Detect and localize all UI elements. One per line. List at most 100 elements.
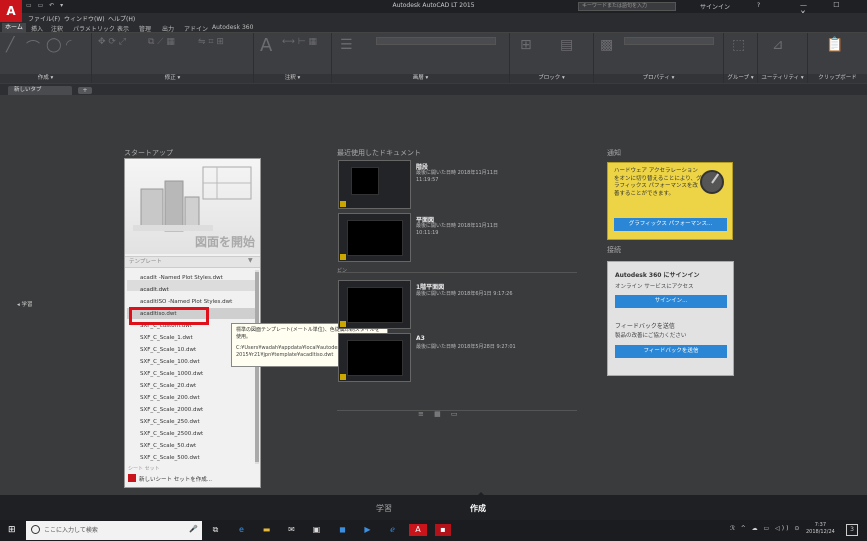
move-tool-icon[interactable]: ✥ ⟳ ⤢	[98, 37, 126, 47]
template-item[interactable]: acadlt -Named Plot Styles.dwt	[140, 275, 223, 281]
graphics-performance-button[interactable]: グラフィックス パフォーマンス...	[614, 218, 727, 231]
task-view-icon[interactable]: ⧉	[209, 524, 222, 536]
learn-create-bar	[0, 495, 867, 520]
panel-utilities-label[interactable]: ユーティリティ ▾	[758, 74, 807, 83]
tab-autodesk360[interactable]: Autodesk 360	[212, 24, 253, 31]
template-item[interactable]: SXF_C_Scale_100.dwt	[140, 359, 200, 365]
template-item[interactable]: SXF_C_Scale_1000.dwt	[140, 371, 203, 377]
panel-clipboard-label[interactable]: クリップボード	[808, 74, 867, 83]
arc-tool-icon[interactable]: ◜	[66, 37, 71, 53]
panel-modify-label[interactable]: 修正 ▾	[92, 74, 253, 83]
system-tray[interactable]: ℛ ^ ☁ ▭ ◁)) ⊙	[730, 525, 801, 532]
learn-side-link[interactable]: ◂ 学習	[17, 300, 33, 308]
tab-annotate[interactable]: 注釈	[51, 24, 63, 33]
panel-layers-label[interactable]: 画層 ▾	[332, 74, 509, 83]
template-item[interactable]: SXF_C_Scale_50.dwt	[140, 443, 196, 449]
template-scrollbar-thumb[interactable]	[255, 272, 259, 462]
layer-properties-icon[interactable]: ☰	[340, 37, 353, 53]
recent-doc-meta: 最後に開いた日時 2018年6月1日 9:17:26	[416, 291, 513, 297]
clock-date: 2018/12/24	[806, 529, 835, 535]
template-item[interactable]: SXF_C_Scale_1.dwt	[140, 335, 193, 341]
tab-addins[interactable]: アドイン	[184, 24, 208, 33]
template-item[interactable]: SXF_C_Scale_250.dwt	[140, 419, 200, 425]
windows-start-icon[interactable]: ⊞	[8, 525, 16, 535]
microphone-icon[interactable]: 🎤	[189, 525, 198, 533]
circle-tool-icon[interactable]: ◯	[46, 37, 62, 53]
action-center-icon[interactable]: 3	[846, 524, 858, 536]
menu-file[interactable]: ファイル(F)	[28, 14, 60, 23]
add-tab-button[interactable]: +	[78, 87, 92, 94]
text-tool-icon[interactable]: A	[260, 35, 272, 56]
tab-parametric[interactable]: パラメトリック	[73, 24, 115, 33]
start-new-drawing-button[interactable]: 図面を開始	[124, 233, 255, 250]
recent-doc-title[interactable]: A3	[416, 335, 425, 342]
signin-button[interactable]: サインイン...	[615, 295, 727, 308]
keyword-search-input[interactable]: キーワードまたは語句を入力	[578, 2, 676, 11]
template-dropdown[interactable]: テンプレート	[125, 256, 260, 268]
template-item[interactable]: acadlt.dwt	[140, 287, 169, 293]
match-properties-icon[interactable]: ▩	[600, 37, 613, 53]
polyline-tool-icon[interactable]: ⌒	[26, 37, 40, 57]
tab-new-tab[interactable]: 新しいタブ	[8, 86, 72, 95]
panel-draw: ╱ ⌒ ◯ ◜ 作成 ▾	[0, 33, 92, 83]
help-icon[interactable]: ?	[757, 2, 760, 9]
active-caret-icon	[476, 492, 486, 497]
create-sheetset-link[interactable]: 新しいシート セットを作成...	[139, 475, 212, 483]
panel-properties-label[interactable]: プロパティ ▾	[594, 74, 723, 83]
file-explorer-icon[interactable]: ▬	[260, 524, 273, 536]
sheetset-icon	[128, 474, 136, 482]
group-icon[interactable]: ⬚	[732, 37, 745, 53]
tab-view[interactable]: 表示	[117, 24, 129, 33]
template-item[interactable]: SXF_C_Scale_10.dwt	[140, 347, 196, 353]
autocad-taskbar-icon[interactable]: A	[409, 524, 427, 536]
block-editor-icon[interactable]: ▤	[560, 37, 573, 53]
app-icon[interactable]: ▶	[361, 524, 374, 536]
dimension-tool-icon[interactable]: ⟷ ⊢ ▦	[282, 37, 317, 47]
color-dropdown[interactable]	[624, 37, 714, 45]
learn-tab[interactable]: 学習	[376, 503, 392, 514]
menu-window[interactable]: ウィンドウ(W)	[64, 14, 105, 23]
panel-groups-label[interactable]: グループ ▾	[724, 74, 757, 83]
tab-home[interactable]: ホーム	[2, 23, 26, 33]
store-icon[interactable]: ▣	[310, 524, 323, 536]
line-tool-icon[interactable]: ╱	[6, 37, 14, 53]
autocad-logo-icon[interactable]: A	[0, 0, 22, 22]
panel-draw-label[interactable]: 作成 ▾	[0, 74, 91, 83]
ie-browser-icon[interactable]: ℯ	[386, 524, 399, 536]
template-item[interactable]: SXF_C_Scale_500.dwt	[140, 455, 200, 461]
panel-block-label[interactable]: ブロック ▾	[510, 74, 593, 83]
tab-manage[interactable]: 管理	[139, 24, 151, 33]
edge-browser-icon[interactable]: e	[235, 524, 248, 536]
chevron-down-icon[interactable]: ▼	[248, 257, 253, 264]
signin-menu[interactable]: サインイン	[700, 2, 730, 11]
insert-block-icon[interactable]: ⊞	[520, 37, 532, 53]
tab-output[interactable]: 出力	[162, 24, 174, 33]
app-icon[interactable]: ◼	[336, 524, 349, 536]
measure-icon[interactable]: ⊿	[772, 37, 784, 53]
template-item[interactable]: SXF_C_Scale_2500.dwt	[140, 431, 203, 437]
recent-doc-thumbnail[interactable]	[338, 333, 411, 382]
taskbar-search-input[interactable]: ここに入力して検索	[26, 521, 202, 540]
view-mode-toggle[interactable]: ≡ ▦ ▭	[418, 410, 462, 418]
template-item[interactable]: SXF_C_Scale_200.dwt	[140, 395, 200, 401]
template-item[interactable]: SXF_C_Scale_2000.dwt	[140, 407, 203, 413]
autocad-doc-taskbar-icon[interactable]: ▪	[435, 524, 451, 536]
recent-doc-thumbnail[interactable]	[338, 280, 411, 329]
mail-icon[interactable]: ✉	[285, 524, 298, 536]
paste-icon[interactable]: 📋	[826, 37, 843, 53]
template-item[interactable]: SXF_C_Scale_20.dwt	[140, 383, 196, 389]
recent-doc-thumbnail[interactable]	[338, 160, 411, 209]
panel-annotate-label[interactable]: 注釈 ▾	[254, 74, 331, 83]
template-item[interactable]: acadltISO -Named Plot Styles.dwt	[140, 299, 232, 305]
recent-doc-title[interactable]: 1階平面図	[416, 282, 444, 291]
send-feedback-button[interactable]: フィードバックを送信	[615, 345, 727, 358]
recent-doc-thumbnail[interactable]	[338, 213, 411, 262]
mirror-tool-icon[interactable]: ⇋ ⌗ ⊞	[198, 37, 224, 47]
tab-insert[interactable]: 挿入	[31, 24, 43, 33]
taskbar-clock[interactable]: 7:37 2018/12/24	[806, 522, 835, 536]
highlight-annotation-box	[129, 307, 209, 325]
menu-help[interactable]: ヘルプ(H)	[108, 14, 135, 23]
layer-dropdown[interactable]	[376, 37, 496, 45]
copy-tool-icon[interactable]: ⧉ ⟋ ▦	[148, 37, 175, 47]
create-tab[interactable]: 作成	[470, 503, 486, 514]
